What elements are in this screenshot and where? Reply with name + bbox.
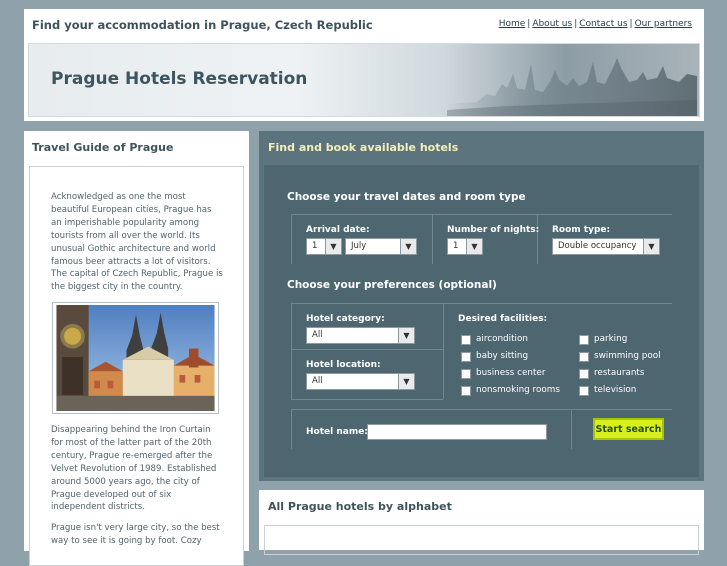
hotels-alphabet-list (264, 525, 699, 555)
site-title: Prague Hotels Reservation (51, 69, 308, 89)
facility-label: nonsmoking rooms (476, 385, 560, 395)
hotels-alphabet-title: All Prague hotels by alphabet (268, 500, 452, 513)
chevron-down-icon: ▼ (643, 239, 659, 254)
hotel-category-value: All (312, 330, 323, 340)
hotel-search-panel: Find and book available hotels Choose yo… (259, 131, 704, 481)
guide-paragraph: Prague isn't very large city, so the bes… (51, 523, 220, 546)
hotel-name-label: Hotel name: (306, 427, 368, 437)
chevron-down-icon: ▼ (400, 239, 416, 254)
facility-swimming-pool-checkbox[interactable] (579, 352, 589, 362)
facility-aircondition-checkbox[interactable] (461, 335, 471, 345)
facility-label: restaurants (594, 368, 645, 378)
facility-label: business center (476, 368, 546, 378)
search-form: Choose your travel dates and room type A… (264, 165, 699, 477)
travel-guide-title: Travel Guide of Prague (32, 141, 174, 154)
hotel-location-label: Hotel location: (306, 360, 381, 370)
facilities-label: Desired facilities: (458, 314, 548, 324)
top-navigation: Home | About us | Contact us | Our partners (498, 19, 692, 29)
dates-section-title: Choose your travel dates and room type (287, 191, 526, 203)
nights-label: Number of nights: (447, 225, 540, 235)
facility-label: swimming pool (594, 351, 661, 361)
hotel-category-select[interactable]: All ▼ (306, 327, 415, 344)
chevron-down-icon: ▼ (325, 239, 341, 254)
chevron-down-icon: ▼ (398, 328, 414, 343)
site-tagline: Find your accommodation in Prague, Czech… (32, 18, 373, 32)
prague-old-town-photo (52, 302, 219, 414)
hotel-category-label: Hotel category: (306, 314, 385, 324)
nav-partners-link[interactable]: Our partners (635, 19, 692, 29)
room-type-label: Room type: (552, 225, 611, 235)
guide-paragraph: Disappearing behind the Iron Curtain for… (51, 425, 217, 513)
divider (443, 303, 444, 399)
chevron-down-icon: ▼ (466, 239, 482, 254)
facility-parking-checkbox[interactable] (579, 335, 589, 345)
search-panel-title: Find and book available hotels (268, 141, 459, 154)
arrival-day-select[interactable]: 1 ▼ (306, 238, 342, 255)
facility-label: parking (594, 334, 628, 344)
start-search-button[interactable]: Start search (593, 418, 664, 440)
hotels-alphabet-panel: All Prague hotels by alphabet (259, 490, 704, 555)
chevron-down-icon: ▼ (398, 374, 414, 389)
hotel-location-value: All (312, 376, 323, 386)
arrival-date-label: Arrival date: (306, 225, 370, 235)
room-type-value: Double occupancy (558, 241, 637, 251)
travel-guide-content: Acknowledged as one the most beautiful E… (29, 166, 244, 566)
room-type-select[interactable]: Double occupancy ▼ (552, 238, 660, 255)
hotel-name-input[interactable] (367, 424, 547, 440)
facility-label: aircondition (476, 334, 528, 344)
preferences-section-title: Choose your preferences (optional) (287, 279, 497, 291)
divider (291, 399, 443, 400)
divider (291, 214, 672, 215)
divider (291, 349, 443, 350)
nav-about-link[interactable]: About us (532, 19, 572, 29)
facility-business-center-checkbox[interactable] (461, 369, 471, 379)
facility-baby-sitting-checkbox[interactable] (461, 352, 471, 362)
nights-select[interactable]: 1 ▼ (447, 238, 483, 255)
arrival-month-value: July (351, 241, 367, 251)
prague-skyline-image (447, 58, 697, 116)
facility-nonsmoking-rooms-checkbox[interactable] (461, 386, 471, 396)
arrival-day-value: 1 (312, 241, 318, 251)
facility-label: television (594, 385, 637, 395)
nav-contact-link[interactable]: Contact us (579, 19, 627, 29)
divider (291, 409, 292, 449)
travel-guide-panel: Travel Guide of Prague Acknowledged as o… (24, 131, 249, 566)
guide-paragraph: Acknowledged as one the most beautiful E… (51, 192, 223, 293)
facility-label: baby sitting (476, 351, 529, 361)
banner-image: Prague Hotels Reservation (28, 43, 700, 117)
divider (537, 214, 538, 264)
divider (291, 409, 672, 410)
facility-restaurants-checkbox[interactable] (579, 369, 589, 379)
divider (291, 303, 292, 399)
facility-television-checkbox[interactable] (579, 386, 589, 396)
nav-home-link[interactable]: Home (499, 19, 526, 29)
divider (571, 409, 572, 449)
divider (291, 214, 292, 264)
arrival-month-select[interactable]: July ▼ (345, 238, 417, 255)
divider (291, 303, 672, 304)
nights-value: 1 (453, 241, 459, 251)
top-bar: Find your accommodation in Prague, Czech… (24, 9, 704, 43)
banner: Prague Hotels Reservation (24, 43, 704, 121)
divider (432, 214, 433, 264)
hotel-location-select[interactable]: All ▼ (306, 373, 415, 390)
